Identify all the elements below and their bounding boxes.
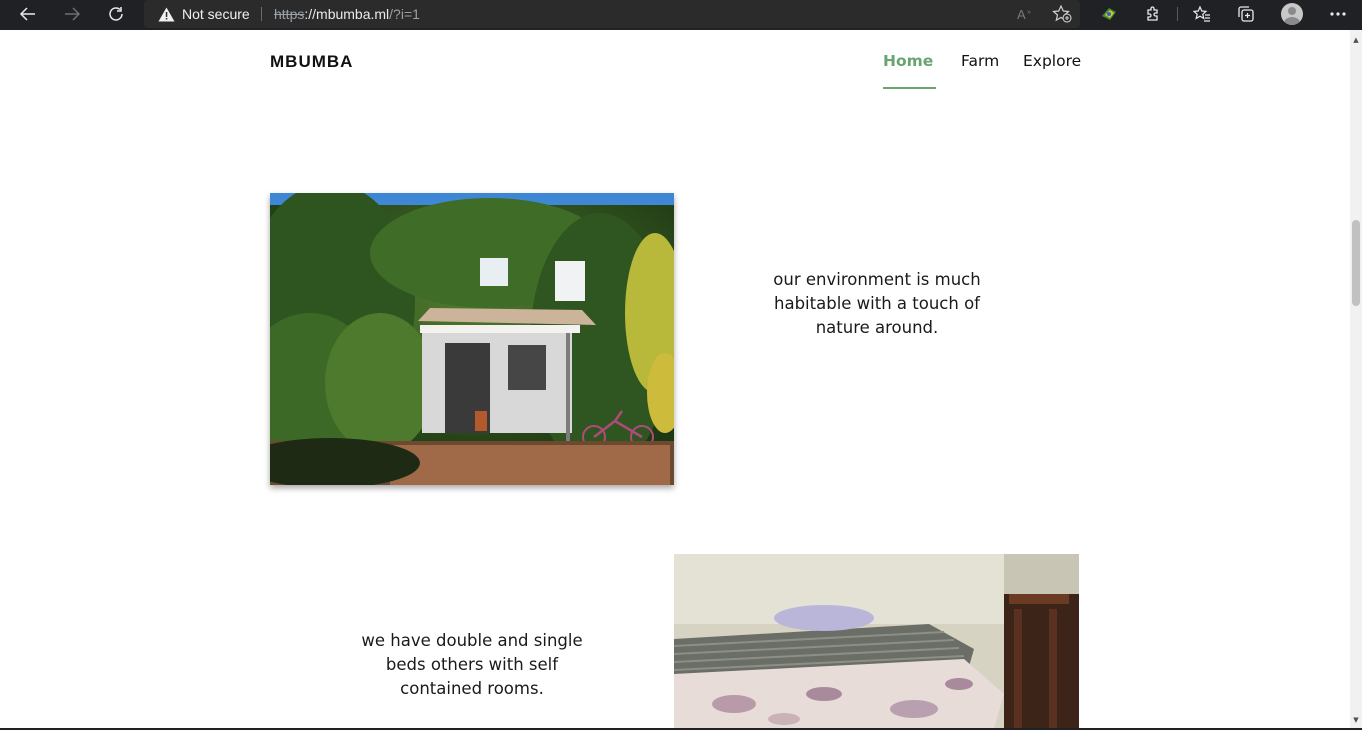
bedroom-photo <box>674 554 1079 728</box>
extension-logo-icon <box>1102 8 1116 20</box>
back-button[interactable] <box>8 0 48 28</box>
back-arrow-icon <box>19 7 35 21</box>
address-divider <box>261 7 262 21</box>
url-path: /?i=1 <box>389 6 420 22</box>
environment-caption: our environment is much habitable with a… <box>773 270 981 337</box>
refresh-button[interactable] <box>96 0 136 28</box>
site-logo[interactable]: MBUMBA <box>270 52 353 72</box>
scroll-up-icon[interactable]: ▲ <box>1350 34 1362 46</box>
profile-button[interactable] <box>1278 1 1306 27</box>
add-favorite-button[interactable] <box>1048 1 1076 27</box>
refresh-icon <box>109 7 123 21</box>
extensions-button[interactable] <box>1139 1 1167 27</box>
favorites-icon <box>1193 5 1210 22</box>
web-page: MBUMBA Home Farm Explore our environment… <box>0 30 1350 728</box>
url-host: ://mbumba.ml <box>304 6 390 22</box>
security-indicator[interactable]: Not secure <box>158 0 250 28</box>
nav-explore[interactable]: Explore <box>1023 52 1081 70</box>
nav-active-indicator <box>883 87 936 89</box>
warning-icon <box>158 7 175 21</box>
collections-button[interactable] <box>1232 1 1260 27</box>
rooms-caption: we have double and single beds others wi… <box>361 631 583 698</box>
extension-button[interactable] <box>1095 1 1123 27</box>
avatar <box>1281 3 1303 25</box>
toolbar-divider <box>1177 7 1178 21</box>
nav-home[interactable]: Home <box>883 52 933 70</box>
more-icon <box>1330 12 1346 16</box>
page-scrollbar[interactable]: ▲ ▼ <box>1350 30 1362 728</box>
settings-menu-button[interactable] <box>1324 1 1352 27</box>
browser-toolbar: Not secure https://mbumba.ml/?i=1 A» <box>0 0 1362 30</box>
scroll-down-icon[interactable]: ▼ <box>1350 714 1362 726</box>
scroll-thumb[interactable] <box>1352 220 1360 306</box>
favorites-button[interactable] <box>1188 1 1216 27</box>
forward-arrow-icon <box>65 7 81 21</box>
puzzle-icon <box>1147 6 1158 21</box>
read-aloud-icon: A» <box>1017 7 1031 22</box>
nav-farm[interactable]: Farm <box>961 52 999 70</box>
read-aloud-button[interactable]: A» <box>1012 1 1040 27</box>
building-photo <box>270 193 674 485</box>
url-scheme: https <box>274 6 305 22</box>
star-add-icon <box>1052 5 1072 23</box>
security-label: Not secure <box>182 6 250 22</box>
forward-button[interactable] <box>52 0 92 28</box>
address-bar[interactable]: Not secure https://mbumba.ml/?i=1 A» <box>144 0 1080 28</box>
url-display[interactable]: https://mbumba.ml/?i=1 <box>274 0 420 28</box>
svg-text:A: A <box>1017 7 1026 22</box>
collections-icon <box>1238 6 1254 22</box>
svg-text:»: » <box>1027 9 1031 16</box>
